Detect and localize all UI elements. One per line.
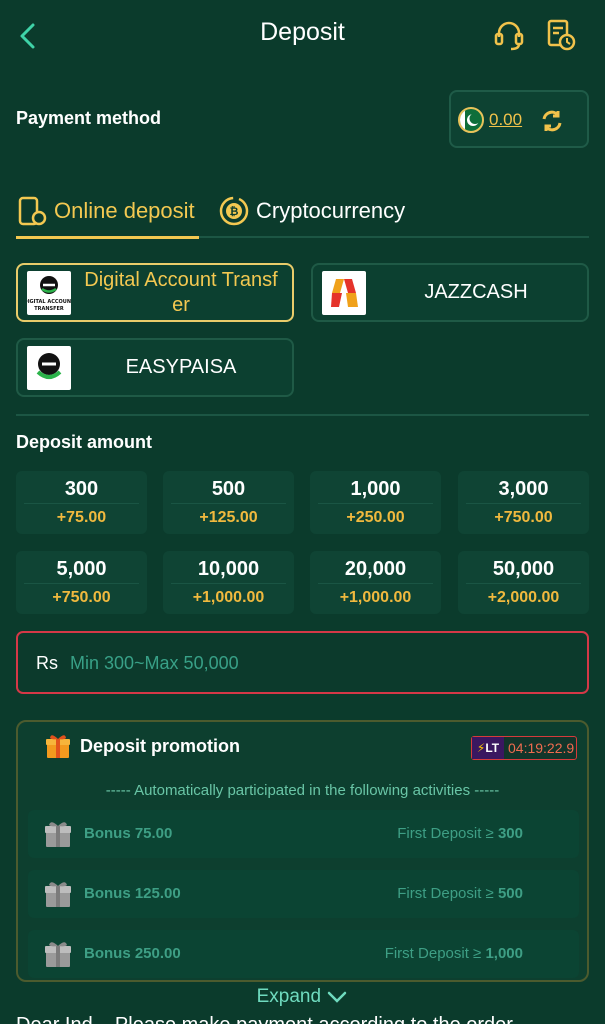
- bitcoin-icon: ₿: [219, 196, 249, 226]
- tab-cryptocurrency[interactable]: ₿ Cryptocurrency: [218, 186, 405, 236]
- records-clock-icon[interactable]: [545, 18, 577, 52]
- amount-value: 50,000: [492, 558, 555, 580]
- amount-bonus: +125.00: [199, 509, 258, 526]
- amount-value: 1,000: [350, 478, 401, 500]
- method-easypaisa[interactable]: EASYPAISA: [16, 338, 294, 397]
- amount-divider: [466, 583, 581, 584]
- bonus-label: Bonus 250.00: [84, 945, 181, 962]
- tab-online-deposit[interactable]: Online deposit: [16, 186, 199, 239]
- amount-bonus: +1,000.00: [339, 589, 412, 606]
- amount-option-5000[interactable]: 5,000 +750.00: [16, 551, 147, 614]
- amount-option-20000[interactable]: 20,000 +1,000.00: [310, 551, 441, 614]
- amount-value: 300: [64, 478, 99, 500]
- bonus-row: Bonus 125.00 First Deposit ≥ 500: [28, 870, 579, 918]
- amount-value: 500: [211, 478, 246, 500]
- balance-value[interactable]: 0.00: [489, 110, 522, 130]
- amount-bonus: +1,000.00: [192, 589, 265, 606]
- phone-icon: [18, 196, 47, 226]
- headset-icon[interactable]: [493, 18, 525, 52]
- amount-option-3000[interactable]: 3,000 +750.00: [458, 471, 589, 534]
- footer-notice: Dear Ind... Please make payment accordin…: [16, 1014, 513, 1024]
- expand-button[interactable]: Expand: [0, 986, 605, 1008]
- svg-text:₿: ₿: [230, 205, 239, 218]
- amount-input[interactable]: [70, 645, 550, 681]
- limited-time-badge: ⚡ LT: [472, 737, 504, 759]
- promotion-subtitle: ----- Automatically participated in the …: [105, 782, 500, 799]
- pakistan-flag-icon: [458, 107, 484, 133]
- method-label: Digital Account Transf er: [84, 268, 278, 316]
- bonus-condition: First Deposit ≥ 1,000: [384, 945, 523, 962]
- gift-box-icon: [42, 818, 74, 850]
- amount-input-box: Rs: [16, 631, 589, 694]
- timer-value: 04:19:22.9: [508, 740, 575, 756]
- countdown-timer: ⚡ LT 04:19:22.9: [471, 736, 577, 760]
- payment-method-label: Payment method: [16, 108, 162, 128]
- amount-divider: [171, 503, 286, 504]
- amount-value: 20,000: [344, 558, 407, 580]
- amount-value: 3,000: [498, 478, 549, 500]
- header: Deposit: [0, 0, 605, 70]
- gift-icon: [44, 732, 72, 760]
- bonus-label: Bonus 75.00: [84, 825, 173, 842]
- deposit-tabs: Online deposit ₿ Cryptocurrency: [16, 186, 589, 239]
- amount-divider: [318, 583, 433, 584]
- amount-bonus: +750.00: [52, 589, 111, 606]
- bonus-condition: First Deposit ≥ 300: [397, 825, 523, 842]
- currency-label: Rs: [36, 653, 58, 673]
- svg-text:TRANSFER: TRANSFER: [34, 306, 64, 312]
- amount-bonus: +250.00: [346, 509, 405, 526]
- balance-box: 0.00: [449, 90, 589, 148]
- digital-account-logo-icon: DIGITAL ACCOUNTTRANSFER: [27, 271, 71, 315]
- gift-box-icon: [42, 878, 74, 910]
- method-jazzcash[interactable]: JAZZCASH: [311, 263, 589, 322]
- amount-option-300[interactable]: 300 +75.00: [16, 471, 147, 534]
- method-digital-account-transfer[interactable]: DIGITAL ACCOUNTTRANSFER Digital Account …: [16, 263, 294, 322]
- deposit-amount-label: Deposit amount: [16, 432, 153, 452]
- chevron-down-icon: [328, 991, 347, 1003]
- amount-divider: [466, 503, 581, 504]
- amount-option-50000[interactable]: 50,000 +2,000.00: [458, 551, 589, 614]
- expand-label: Expand: [256, 986, 322, 1007]
- refresh-icon[interactable]: [539, 108, 565, 134]
- amount-bonus: +75.00: [56, 509, 107, 526]
- easypaisa-logo-icon: [27, 346, 71, 390]
- bonus-row: Bonus 250.00 First Deposit ≥ 1,000: [28, 930, 579, 978]
- method-label: EASYPAISA: [125, 356, 237, 378]
- amount-divider: [171, 583, 286, 584]
- amount-divider: [24, 503, 139, 504]
- deposit-promotion-panel: Deposit promotion ⚡ LT 04:19:22.9 ----- A…: [16, 720, 589, 982]
- amount-bonus: +750.00: [494, 509, 553, 526]
- svg-text:DIGITAL ACCOUNT: DIGITAL ACCOUNT: [27, 299, 71, 305]
- amount-divider: [318, 503, 433, 504]
- bonus-row: Bonus 75.00 First Deposit ≥ 300: [28, 810, 579, 858]
- bonus-label: Bonus 125.00: [84, 885, 181, 902]
- method-label: JAZZCASH: [424, 281, 528, 303]
- promotion-title: Deposit promotion: [80, 736, 240, 756]
- amount-divider: [24, 583, 139, 584]
- tab-label: Cryptocurrency: [256, 198, 406, 223]
- gift-box-icon: [42, 938, 74, 970]
- amount-option-1000[interactable]: 1,000 +250.00: [310, 471, 441, 534]
- badge-text: LT: [485, 741, 500, 755]
- bonus-condition: First Deposit ≥ 500: [397, 885, 523, 902]
- amount-option-10000[interactable]: 10,000 +1,000.00: [163, 551, 294, 614]
- amount-bonus: +2,000.00: [487, 589, 560, 606]
- divider: [16, 414, 589, 416]
- amount-value: 5,000: [56, 558, 107, 580]
- amount-option-500[interactable]: 500 +125.00: [163, 471, 294, 534]
- tab-label: Online deposit: [54, 198, 195, 223]
- amount-value: 10,000: [197, 558, 260, 580]
- jazzcash-logo-icon: [322, 271, 366, 315]
